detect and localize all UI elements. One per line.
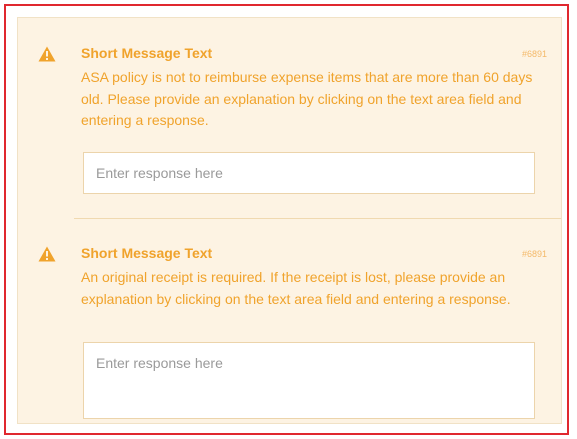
alert-title: Short Message Text bbox=[81, 45, 213, 61]
alert-title: Short Message Text bbox=[81, 245, 213, 261]
alert-code: #6891 bbox=[521, 249, 547, 259]
alert-item: Short Message Text #6891 ASA policy is n… bbox=[18, 18, 561, 218]
response-textarea[interactable] bbox=[83, 342, 535, 419]
alert-message: ASA policy is not to reimburse expense i… bbox=[81, 69, 533, 128]
highlight-frame: Short Message Text #6891 ASA policy is n… bbox=[4, 4, 569, 435]
alert-panel: Short Message Text #6891 ASA policy is n… bbox=[17, 17, 562, 424]
warning-triangle-icon bbox=[38, 246, 56, 262]
alert-code: #6891 bbox=[521, 49, 547, 59]
response-input[interactable] bbox=[83, 152, 535, 194]
warning-triangle-icon bbox=[38, 46, 56, 62]
alert-item: Short Message Text #6891 An original rec… bbox=[18, 218, 561, 423]
alert-message: An original receipt is required. If the … bbox=[81, 269, 511, 307]
